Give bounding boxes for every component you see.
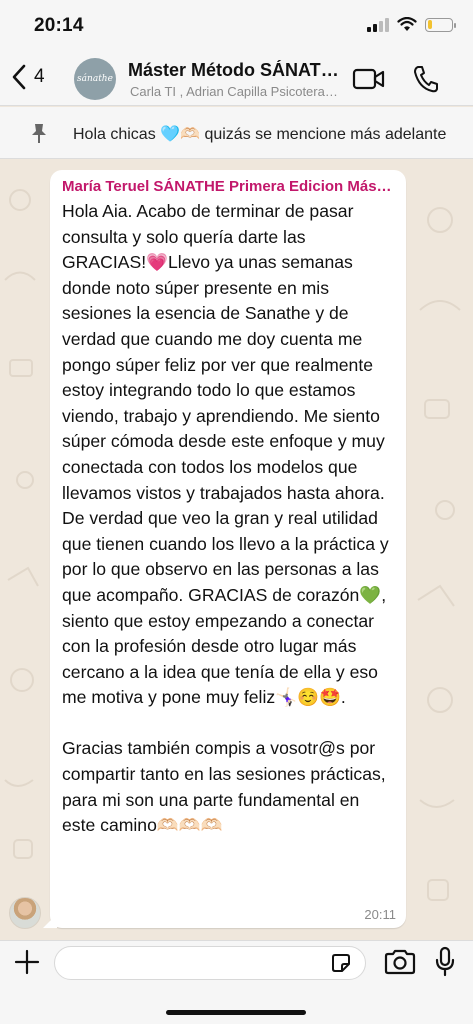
- signal-icon: [367, 17, 389, 32]
- pin-icon: [28, 122, 50, 144]
- message-text: Hola Aia. Acabo de terminar de pasar con…: [62, 201, 389, 836]
- home-indicator[interactable]: [166, 1010, 306, 1015]
- status-time: 20:14: [34, 15, 84, 36]
- chat-header: 4 sánathe Máster Método SÁNATHE Primera …: [0, 52, 473, 106]
- chevron-left-icon: [12, 64, 26, 90]
- voice-message-button[interactable]: [434, 946, 456, 978]
- sticker-icon: [332, 954, 350, 972]
- attach-button[interactable]: [14, 949, 40, 975]
- message-input[interactable]: [54, 946, 366, 980]
- plus-icon: [14, 949, 40, 975]
- message-time: 20:11: [364, 907, 396, 922]
- sticker-button[interactable]: [330, 952, 352, 974]
- chat-participants[interactable]: Carla TI , Adrian Capilla Psicoterapeuta: [130, 84, 345, 99]
- unread-count: 4: [34, 66, 45, 87]
- camera-icon: [384, 949, 416, 975]
- status-bar: 20:14: [0, 0, 473, 52]
- pinned-message-bar[interactable]: Hola chicas 🩵🫶🏻 quizás se mencione más a…: [0, 107, 473, 159]
- wifi-icon: [397, 17, 417, 31]
- video-call-button[interactable]: [352, 67, 386, 91]
- pinned-message-text: Hola chicas 🩵🫶🏻 quizás se mencione más a…: [73, 126, 447, 143]
- microphone-icon: [435, 946, 455, 977]
- camera-button[interactable]: [383, 948, 417, 976]
- back-button[interactable]: 4: [12, 64, 45, 90]
- chat-title[interactable]: Máster Método SÁNATHE Primera Edicion: [128, 60, 348, 81]
- message-bubble[interactable]: María Teruel SÁNATHE Primera Edicion Más…: [43, 170, 406, 928]
- sender-avatar[interactable]: [9, 897, 41, 929]
- video-camera-icon: [352, 68, 385, 90]
- group-avatar-text: sánathe: [77, 74, 113, 84]
- message-sender[interactable]: María Teruel SÁNATHE Primera Edicion Más…: [62, 178, 394, 195]
- phone-icon: [414, 66, 438, 93]
- status-icons: [367, 17, 456, 32]
- chat-area[interactable]: María Teruel SÁNATHE Primera Edicion Más…: [0, 160, 473, 940]
- voice-call-button[interactable]: [412, 64, 440, 94]
- group-avatar[interactable]: sánathe: [74, 58, 116, 100]
- battery-icon: [425, 17, 456, 32]
